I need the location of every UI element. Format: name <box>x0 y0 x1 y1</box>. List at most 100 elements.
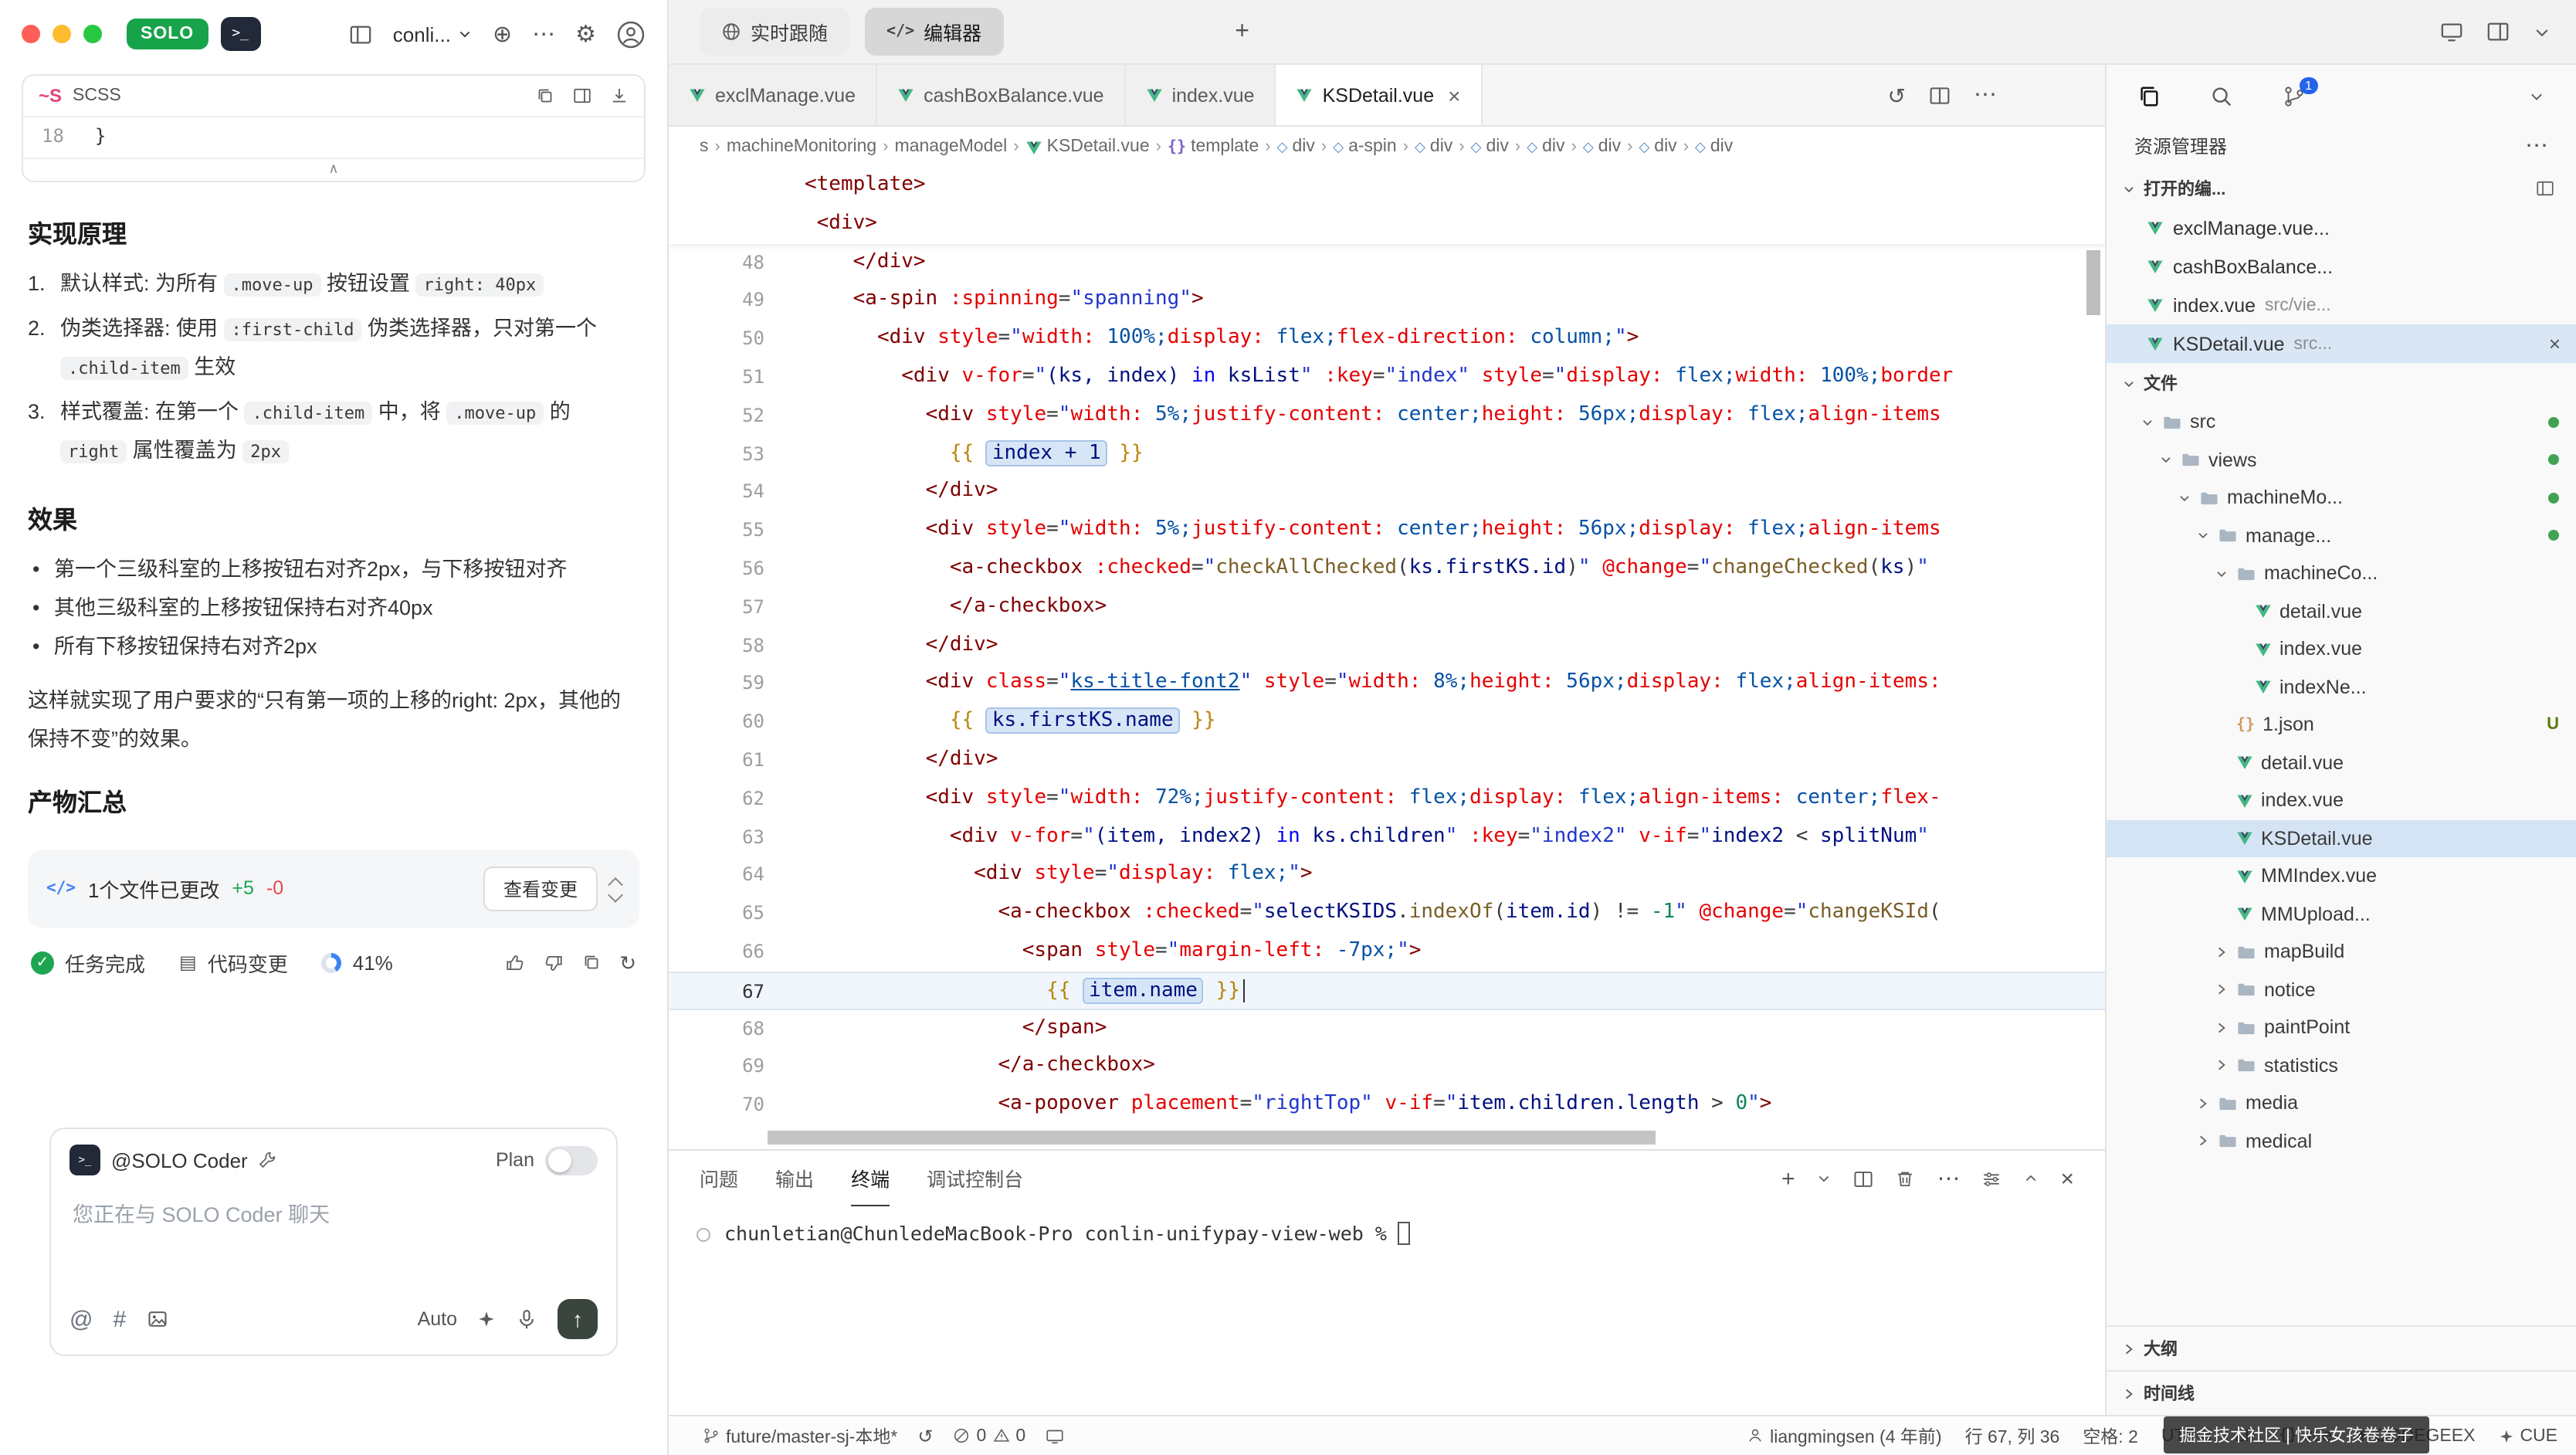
tab-editor[interactable]: </> 编辑器 <box>865 8 1003 56</box>
collapse-chevron-icon[interactable] <box>2533 22 2551 41</box>
problems-indicator[interactable]: 0 0 <box>954 1426 1026 1445</box>
chat-input-placeholder[interactable]: 您正在与 SOLO Coder 聊天 <box>69 1175 598 1299</box>
panel-tab-终端[interactable]: 终端 <box>851 1151 890 1206</box>
thumbs-up-icon[interactable] <box>505 952 525 972</box>
ports-monitor-icon[interactable] <box>1046 1426 1064 1445</box>
minimize-window-button[interactable] <box>53 25 71 43</box>
agent-name[interactable]: @SOLO Coder <box>111 1148 248 1172</box>
copy-response-icon[interactable] <box>582 952 601 972</box>
tree-item-src[interactable]: src <box>2107 403 2576 441</box>
panel-more-icon[interactable]: ⋯ <box>1937 1167 1960 1190</box>
project-switcher[interactable]: conli... <box>393 22 473 46</box>
git-branch-indicator[interactable]: future/master-sj-本地* <box>703 1423 897 1448</box>
maximize-window-button[interactable] <box>83 25 102 43</box>
tab-live-follow[interactable]: 实时跟随 <box>700 8 849 56</box>
indentation-indicator[interactable]: 空格: 2 <box>2083 1423 2138 1448</box>
code-line[interactable]: <div> <box>669 205 2105 244</box>
editor-tab-index.vue[interactable]: index.vue <box>1126 65 1276 125</box>
breadcrumb[interactable]: s›machineMonitoring›manageModel›KSDetail… <box>669 127 2105 167</box>
code-line[interactable]: 61 </div> <box>669 741 2105 780</box>
editor-tab-exclManage.vue[interactable]: exclManage.vue <box>669 65 877 125</box>
sidebar-views-chevron-icon[interactable] <box>2528 87 2545 104</box>
tree-item-statistics[interactable]: statistics <box>2107 1046 2576 1084</box>
git-blame-indicator[interactable]: liangmingsen (4 年前) <box>1747 1423 1941 1448</box>
code-line[interactable]: 68 </span> <box>669 1009 2105 1048</box>
code-line[interactable]: 59 <div class="ks-title-font2" style="wi… <box>669 665 2105 704</box>
tree-item-mapBuild[interactable]: mapBuild <box>2107 933 2576 971</box>
breadcrumb-item-div[interactable]: ◇div <box>1277 137 1315 156</box>
cue-indicator[interactable]: CUE <box>2498 1426 2557 1445</box>
send-button[interactable]: ↑ <box>558 1299 598 1339</box>
more-options-icon[interactable]: ⋯ <box>532 22 555 46</box>
tree-item-notice[interactable]: notice <box>2107 971 2576 1009</box>
tree-item-index.vue[interactable]: index.vue <box>2107 782 2576 819</box>
code-line[interactable]: <template> <box>669 167 2105 205</box>
explorer-view-icon[interactable] <box>2137 84 2161 107</box>
tree-item-manage...[interactable]: manage... <box>2107 517 2576 555</box>
solo-terminal-icon[interactable]: >_ <box>220 17 260 51</box>
timeline-history-icon[interactable]: ↺ <box>1888 84 1906 106</box>
breadcrumb-item-div[interactable]: ◇div <box>1471 137 1509 156</box>
breadcrumb-item-a-spin[interactable]: ◇a-spin <box>1333 137 1397 156</box>
code-line[interactable]: 52 <div style="width: 5%;justify-content… <box>669 397 2105 436</box>
panel-tab-问题[interactable]: 问题 <box>700 1151 738 1206</box>
model-auto-label[interactable]: Auto <box>418 1308 457 1330</box>
tree-item-detail.vue[interactable]: detail.vue <box>2107 744 2576 782</box>
editor-tab-cashBoxBalance.vue[interactable]: cashBoxBalance.vue <box>877 65 1126 125</box>
code-change-label[interactable]: 代码变更 <box>208 948 288 977</box>
thumbs-down-icon[interactable] <box>544 952 564 972</box>
terminal-dropdown-icon[interactable] <box>1816 1171 1832 1186</box>
code-line[interactable]: 66 <span style="margin-left: -7px;"> <box>669 933 2105 972</box>
panel-tab-输出[interactable]: 输出 <box>775 1151 814 1206</box>
code-line[interactable]: 63 <div v-for="(item, index2) in ks.chil… <box>669 818 2105 856</box>
copy-icon[interactable] <box>536 86 554 105</box>
account-avatar-icon[interactable] <box>616 19 646 49</box>
hash-icon[interactable]: # <box>113 1306 126 1332</box>
source-control-icon[interactable]: 1 <box>2283 84 2306 107</box>
tree-item-views[interactable]: views <box>2107 441 2576 479</box>
image-attach-icon[interactable] <box>146 1308 168 1330</box>
tree-item-machineMo...[interactable]: machineMo... <box>2107 479 2576 517</box>
breadcrumb-item-div[interactable]: ◇div <box>1639 137 1676 156</box>
sync-changes-icon[interactable]: ↺ <box>917 1426 933 1445</box>
files-section-header[interactable]: 文件 <box>2107 363 2576 403</box>
open-editor-cashBoxBalance...[interactable]: cashBoxBalance... <box>2107 247 2576 286</box>
tree-item-KSDetail.vue[interactable]: KSDetail.vue <box>2107 819 2576 857</box>
open-editor-KSDetail.vue[interactable]: KSDetail.vuesrc...× <box>2107 324 2576 363</box>
editor-tab-KSDetail.vue[interactable]: KSDetail.vue× <box>1276 65 1483 125</box>
cursor-position-indicator[interactable]: 行 67, 列 36 <box>1965 1423 2060 1448</box>
close-tab-icon[interactable]: × <box>1448 83 1460 107</box>
split-terminal-icon[interactable] <box>1853 1168 1873 1189</box>
timeline-section-header[interactable]: 时间线 <box>2107 1370 2576 1415</box>
code-line[interactable]: 48 </div> <box>669 243 2105 282</box>
breadcrumb-item-div[interactable]: ◇div <box>1695 137 1733 156</box>
expand-collapse-icon[interactable] <box>610 877 621 900</box>
code-line[interactable]: 56 <a-checkbox :checked="checkAllChecked… <box>669 550 2105 588</box>
export-code-icon[interactable] <box>610 86 629 105</box>
collapse-snippet-button[interactable]: ∧ <box>23 158 644 181</box>
code-line[interactable]: 65 <a-checkbox :checked="selectKSIDS.ind… <box>669 894 2105 933</box>
tree-item-media[interactable]: media <box>2107 1084 2576 1122</box>
tree-item-medical[interactable]: medical <box>2107 1122 2576 1160</box>
panel-tab-调试控制台[interactable]: 调试控制台 <box>927 1151 1023 1206</box>
settings-gear-icon[interactable]: ⚙ <box>575 22 596 46</box>
open-editor-exclManage.vue...[interactable]: exclManage.vue... <box>2107 209 2576 247</box>
breadcrumb-item-div[interactable]: ◇div <box>1415 137 1452 156</box>
breadcrumb-item-machineMonitoring[interactable]: machineMonitoring <box>727 137 876 156</box>
tree-item-indexNe...[interactable]: indexNe... <box>2107 668 2576 706</box>
plan-toggle[interactable] <box>545 1145 598 1175</box>
open-editors-actions-icon[interactable] <box>2536 179 2554 198</box>
maximize-panel-icon[interactable] <box>2023 1171 2039 1186</box>
open-editors-header[interactable]: 打开的编... <box>2107 168 2576 209</box>
tree-item-index.vue[interactable]: index.vue <box>2107 630 2576 668</box>
breadcrumb-item-KSDetail.vue[interactable]: KSDetail.vue <box>1025 137 1150 156</box>
sparkle-icon[interactable] <box>477 1310 496 1328</box>
solo-mode-badge[interactable]: SOLO <box>127 19 208 49</box>
close-editor-icon[interactable]: × <box>2549 332 2561 355</box>
code-editor[interactable]: <template> <div> 48 </div>49 <a-spin :sp… <box>669 167 2105 1149</box>
tools-icon[interactable] <box>259 1151 277 1169</box>
add-tab-button[interactable]: + <box>1235 18 1249 46</box>
code-line[interactable]: 51 <div v-for="(ks, index) in ksList" :k… <box>669 358 2105 397</box>
layout-sidebar-icon[interactable] <box>350 22 373 46</box>
vertical-scrollbar[interactable] <box>2086 250 2100 315</box>
